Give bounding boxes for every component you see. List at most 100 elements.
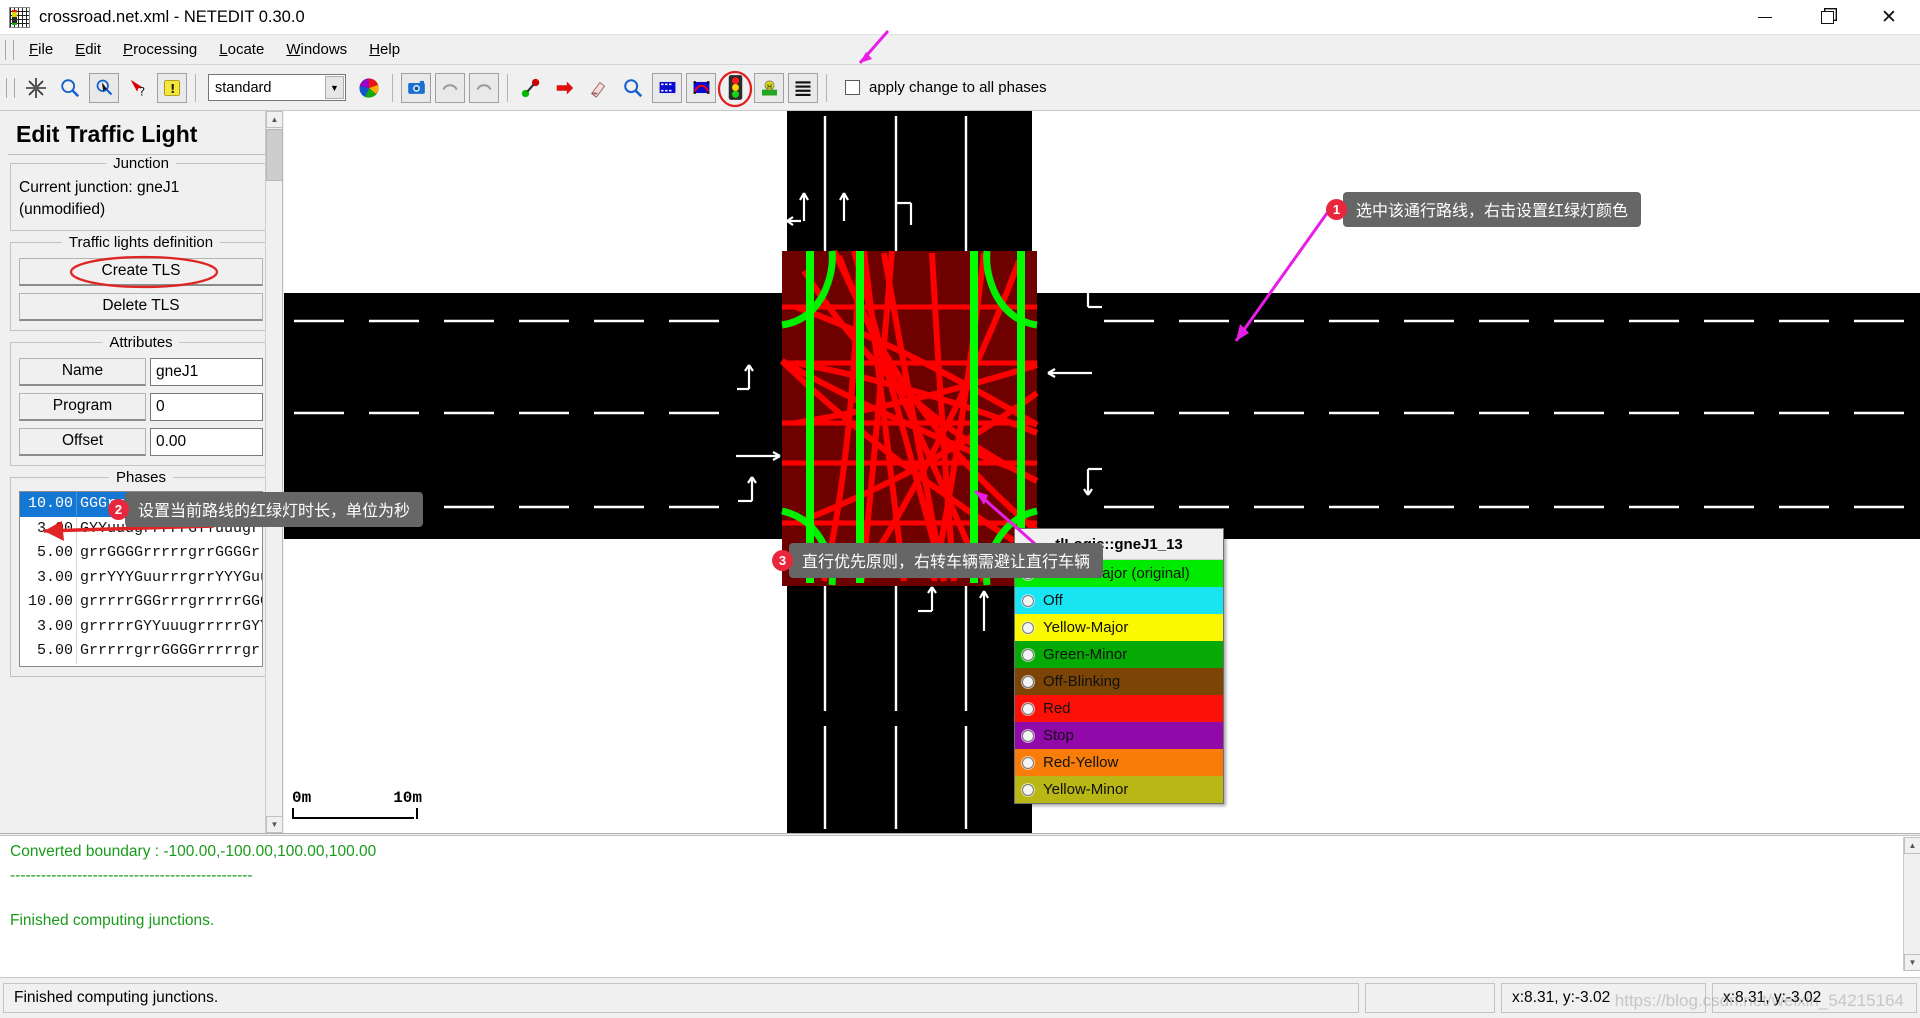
delete-tls-button[interactable]: Delete TLS: [19, 293, 263, 321]
program-label[interactable]: Program: [19, 393, 146, 421]
radio-icon[interactable]: [1022, 622, 1034, 634]
phase-state[interactable]: grrGGGGrrrrrgrrGGGGrr: [77, 541, 262, 566]
context-menu-item[interactable]: Red: [1015, 695, 1223, 722]
select-zoom-icon[interactable]: [89, 73, 119, 103]
context-menu-item[interactable]: Green-Minor: [1015, 641, 1223, 668]
phase-row[interactable]: 5.00GrrrrrgrrGGGGrrrrrgrr: [20, 639, 262, 664]
name-field[interactable]: gneJ1: [150, 358, 263, 386]
callout-2-number: 2: [108, 499, 129, 520]
radio-icon[interactable]: [1022, 730, 1034, 742]
camera-icon[interactable]: [401, 73, 431, 103]
redo-icon[interactable]: [469, 73, 499, 103]
radio-icon[interactable]: [1022, 703, 1034, 715]
phase-duration[interactable]: 10.00: [20, 590, 77, 615]
create-edge-icon[interactable]: [516, 73, 546, 103]
phase-duration[interactable]: 3.00: [20, 566, 77, 591]
scroll-down-icon[interactable]: ▼: [266, 816, 283, 833]
context-menu-item[interactable]: Off-Blinking: [1015, 668, 1223, 695]
menu-processing[interactable]: Processing: [112, 37, 208, 62]
radio-icon[interactable]: [1022, 595, 1034, 607]
context-menu-item-label: Green-Minor: [1043, 646, 1127, 663]
help-cursor-icon[interactable]: ?: [123, 73, 153, 103]
log-scrollbar[interactable]: ▲ ▼: [1903, 837, 1920, 971]
attr-row-program: Program 0: [19, 393, 263, 421]
context-menu-item[interactable]: Red-Yellow: [1015, 749, 1223, 776]
menu-help[interactable]: Help: [358, 37, 411, 62]
menu-file[interactable]: File: [18, 37, 64, 62]
log-scroll-up-icon[interactable]: ▲: [1904, 837, 1920, 854]
connection-icon[interactable]: [686, 73, 716, 103]
scale-ruler: [292, 808, 414, 819]
context-menu-item-label: Off: [1043, 592, 1063, 609]
phase-duration[interactable]: 5.00: [20, 639, 77, 664]
context-menu-items[interactable]: Green-Major (original)OffYellow-MajorGre…: [1015, 560, 1223, 803]
attributes-legend: Attributes: [102, 334, 179, 351]
scroll-up-icon[interactable]: ▲: [266, 111, 283, 128]
phase-state[interactable]: grrrrrGGGrrrgrrrrrGGG: [77, 590, 262, 615]
select-icon[interactable]: [652, 73, 682, 103]
offset-field[interactable]: 0.00: [150, 428, 263, 456]
phase-state[interactable]: GrrrrrgrrGGGGrrrrrgrr: [77, 639, 262, 664]
attributes-group: Attributes Name gneJ1 Program 0 Offset 0…: [10, 342, 272, 466]
menu-windows[interactable]: Windows: [275, 37, 358, 62]
additionals-icon[interactable]: H: [754, 73, 784, 103]
toolbar: ? ! standard ▼: [0, 65, 1920, 111]
traffic-light-icon[interactable]: [720, 73, 750, 103]
status-spacer: [1365, 983, 1495, 1013]
menu-edit[interactable]: Edit: [64, 37, 112, 62]
callout-1-text: 选中该通行路线，右击设置红绿灯颜色: [1343, 192, 1641, 227]
radio-icon[interactable]: [1022, 757, 1034, 769]
color-wheel-icon[interactable]: [354, 73, 384, 103]
phase-row[interactable]: 10.00grrrrrGGGrrrgrrrrrGGG: [20, 590, 262, 615]
radio-icon[interactable]: [1022, 676, 1034, 688]
program-field[interactable]: 0: [150, 393, 263, 421]
phase-duration[interactable]: 10.00: [20, 492, 77, 517]
undo-icon[interactable]: [435, 73, 465, 103]
attr-row-name: Name gneJ1: [19, 358, 263, 386]
edit-mode-select[interactable]: standard ▼: [208, 74, 346, 101]
inspect-icon[interactable]: [618, 73, 648, 103]
callout-3-number: 3: [772, 550, 793, 571]
context-menu-item[interactable]: Yellow-Major: [1015, 614, 1223, 641]
checkbox-box[interactable]: [845, 80, 860, 95]
context-menu-item-label: Red-Yellow: [1043, 754, 1118, 771]
offset-label[interactable]: Offset: [19, 428, 146, 456]
current-junction-text: Current junction: gneJ1 (unmodified): [19, 177, 263, 221]
app-icon: [9, 7, 30, 28]
delete-icon[interactable]: [584, 73, 614, 103]
apply-change-all-phases-checkbox[interactable]: apply change to all phases: [845, 79, 1047, 96]
menu-locate[interactable]: Locate: [208, 37, 275, 62]
crossings-icon[interactable]: [788, 73, 818, 103]
phase-duration[interactable]: 3.00: [20, 517, 77, 542]
minimize-button[interactable]: [1734, 0, 1796, 35]
tls-definition-legend: Traffic lights definition: [62, 234, 220, 251]
toolbar-grip[interactable]: [6, 78, 15, 98]
log-line: Converted boundary : -100.00,-100.00,100…: [10, 840, 1910, 864]
name-label[interactable]: Name: [19, 358, 146, 386]
zoom-icon[interactable]: [55, 73, 85, 103]
maximize-button[interactable]: [1796, 0, 1858, 35]
radio-icon[interactable]: [1022, 649, 1034, 661]
callout-1: 1 选中该通行路线，右击设置红绿灯颜色: [1326, 192, 1641, 227]
panel-scroll-thumb[interactable]: [266, 129, 283, 181]
phase-state[interactable]: grrYYYGuurrrgrrYYYGuu: [77, 566, 262, 591]
phase-duration[interactable]: 3.00: [20, 615, 77, 640]
context-menu-item[interactable]: Stop: [1015, 722, 1223, 749]
phase-row[interactable]: 3.00grrrrrGYYuuugrrrrrGYY: [20, 615, 262, 640]
phase-state[interactable]: grrrrrGYYuuugrrrrrGYY: [77, 615, 262, 640]
warning-icon[interactable]: !: [157, 73, 187, 103]
context-menu-item[interactable]: Off: [1015, 587, 1223, 614]
chevron-down-icon[interactable]: ▼: [325, 76, 344, 99]
panel-scrollbar[interactable]: ▲ ▼: [265, 111, 282, 833]
radio-icon[interactable]: [1022, 784, 1034, 796]
menu-grip[interactable]: [5, 40, 14, 60]
close-button[interactable]: ✕: [1858, 0, 1920, 35]
phase-duration[interactable]: 5.00: [20, 541, 77, 566]
context-menu-item[interactable]: Yellow-Minor: [1015, 776, 1223, 803]
phase-row[interactable]: 3.00grrYYYGuurrrgrrYYYGuu: [20, 566, 262, 591]
create-tls-button[interactable]: Create TLS: [19, 258, 263, 286]
move-icon[interactable]: [550, 73, 580, 103]
network-icon[interactable]: [21, 73, 51, 103]
phase-row[interactable]: 5.00grrGGGGrrrrrgrrGGGGrr: [20, 541, 262, 566]
log-scroll-down-icon[interactable]: ▼: [1904, 954, 1920, 971]
